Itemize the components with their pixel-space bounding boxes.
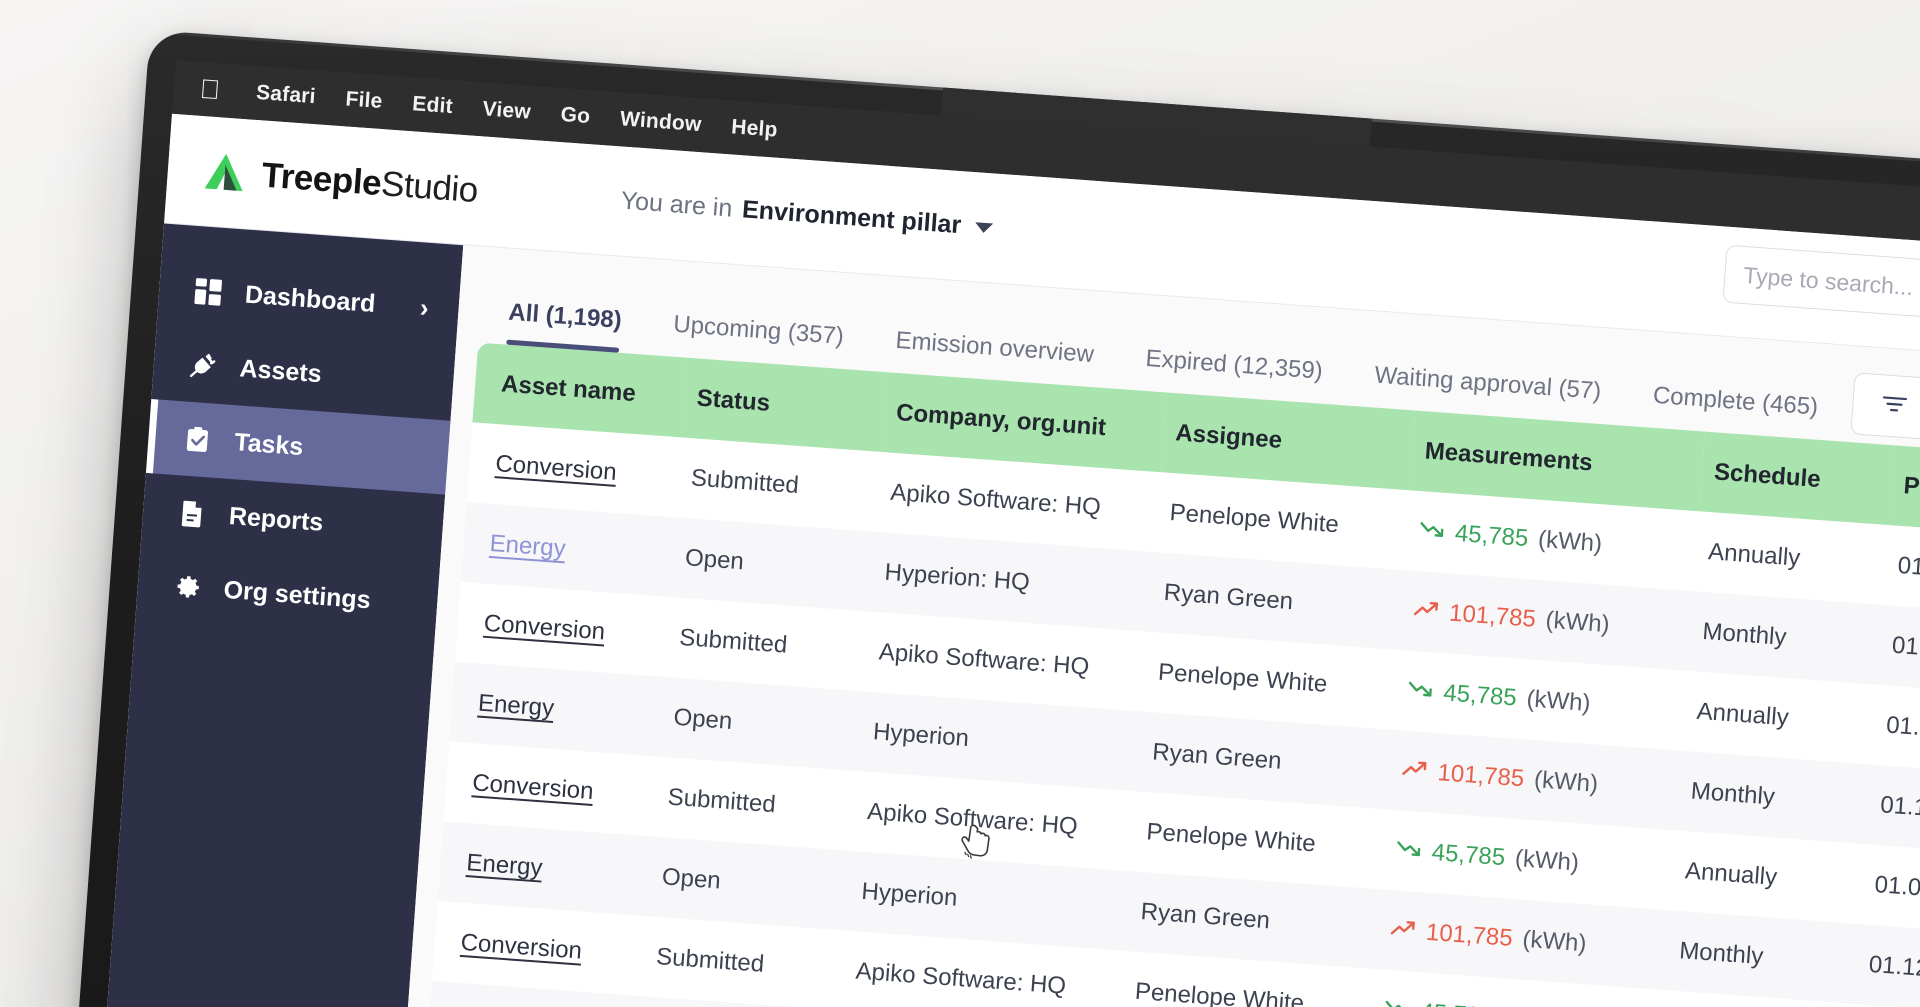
cell-asset-name: Energy xyxy=(437,821,653,917)
measurement-value: 45,785(kWh) xyxy=(1406,677,1591,718)
cell-status: Open xyxy=(658,676,865,772)
brand-logo[interactable]: TreepleStudio xyxy=(166,145,588,221)
table-actions: Filter xyxy=(1849,372,1920,451)
trend-down-icon xyxy=(1395,836,1423,866)
trend-down-icon xyxy=(1418,517,1446,547)
sidebar-item-label: Dashboard xyxy=(244,280,377,318)
cell-status: Submitted xyxy=(664,597,870,692)
column-header-schedule[interactable]: Schedule xyxy=(1699,431,1895,526)
measurement-value: 45,785(kWh) xyxy=(1383,996,1568,1007)
measurement-unit: (kWh) xyxy=(1537,525,1603,558)
column-header-asset-name[interactable]: Asset name xyxy=(472,342,688,438)
menu-item-go[interactable]: Go xyxy=(560,103,591,129)
cell-asset-name: Energy xyxy=(449,661,665,757)
cell-status: Submitted xyxy=(676,437,882,532)
apple-logo-icon[interactable]:  xyxy=(199,73,222,104)
filter-button[interactable]: Filter xyxy=(1849,372,1920,446)
measurement-unit: (kWh) xyxy=(1525,685,1592,717)
pillar-name: Environment pillar xyxy=(741,195,963,240)
cell-schedule: Annually xyxy=(1670,830,1866,925)
cell-period: 01.12.22 - 01.12.33 xyxy=(1853,924,1920,1007)
cell-schedule: Annually xyxy=(1681,670,1878,765)
laptop-device:  Safari File Edit View Go Window Help xyxy=(64,30,1920,1007)
app-screen: TreepleStudio You are in Environment pil… xyxy=(92,113,1920,1007)
measurement-number: 45,785 xyxy=(1419,999,1494,1007)
asset-name-link[interactable]: Conversion xyxy=(460,929,583,965)
cell-schedule: Monthly xyxy=(1676,750,1872,845)
asset-name-link[interactable]: Energy xyxy=(489,530,567,562)
column-header-status[interactable]: Status xyxy=(681,357,888,453)
brand-name-light: Studio xyxy=(379,163,480,210)
measurement-unit: (kWh) xyxy=(1521,925,1588,958)
gear-icon xyxy=(171,571,203,603)
screenshot-scene:  Safari File Edit View Go Window Help xyxy=(0,0,1920,1007)
measurement-unit: (kWh) xyxy=(1533,766,1599,798)
measurement-number: 45,785 xyxy=(1430,838,1507,872)
tasks-table: Asset name Status Company, org.unit Assi… xyxy=(420,342,1920,1007)
brand-name-bold: Treeple xyxy=(260,155,383,203)
cell-asset-name: Conversion xyxy=(466,422,682,518)
menu-item-window[interactable]: Window xyxy=(619,107,702,137)
cell-schedule: Monthly xyxy=(1687,591,1883,685)
sidebar-item-label: Org settings xyxy=(222,575,372,614)
chevron-down-icon xyxy=(974,221,994,234)
measurement-number: 101,785 xyxy=(1425,918,1514,952)
cell-schedule: Monthly xyxy=(1664,910,1860,1004)
search-placeholder: Type to search... xyxy=(1742,261,1915,300)
trend-up-icon xyxy=(1389,916,1417,946)
document-icon xyxy=(176,497,208,529)
cell-asset-name: Conversion xyxy=(431,901,648,997)
measurement-number: 101,785 xyxy=(1448,599,1537,633)
menu-item-edit[interactable]: Edit xyxy=(411,92,454,119)
measurement-value: 101,785 (kWh) xyxy=(1389,916,1587,958)
cell-status: Submitted xyxy=(641,916,847,1007)
filter-icon xyxy=(1880,391,1908,421)
measurement-number: 101,785 xyxy=(1436,759,1526,793)
measurement-value: 45,785(kWh) xyxy=(1395,836,1580,877)
cell-status: Submitted xyxy=(652,756,859,851)
asset-name-link[interactable]: Conversion xyxy=(483,610,606,646)
sidebar-item-label: Tasks xyxy=(233,427,305,461)
asset-name-link[interactable]: Conversion xyxy=(495,450,618,486)
grid-icon xyxy=(192,276,224,308)
measurement-number: 45,785 xyxy=(1454,519,1530,553)
cell-asset-name: Conversion xyxy=(443,741,659,837)
measurement-value: 101,785 (kWh) xyxy=(1401,757,1599,799)
menu-item-view[interactable]: View xyxy=(482,97,532,124)
chevron-right-icon[interactable]: › xyxy=(419,292,430,324)
measurement-value: 45,785(kWh) xyxy=(1418,517,1603,558)
menu-item-help[interactable]: Help xyxy=(730,115,779,142)
cell-status: Open xyxy=(647,836,853,931)
cell-schedule: Annually xyxy=(1693,511,1889,605)
asset-name-link[interactable]: Conversion xyxy=(471,769,594,805)
measurement-value: 101,785 (kWh) xyxy=(1412,597,1611,639)
cell-status: Open xyxy=(670,517,876,612)
tasks-table-wrapper: Asset name Status Company, org.unit Assi… xyxy=(398,341,1920,1007)
main-content: Type to search... All (1,198) Upcoming (… xyxy=(391,244,1920,1007)
trend-down-icon xyxy=(1383,996,1411,1007)
pillar-selector[interactable]: You are in Environment pillar xyxy=(620,187,994,243)
sidebar-item-label: Reports xyxy=(228,501,325,537)
measurement-unit: (kWh) xyxy=(1514,844,1580,877)
cell-asset-name: Conversion xyxy=(455,581,671,677)
cell-asset-name: Energy xyxy=(460,502,677,598)
treeple-triangle-logo xyxy=(200,148,249,197)
trend-up-icon xyxy=(1401,757,1429,787)
sidebar-item-label: Assets xyxy=(238,353,323,388)
pillar-prefix: You are in xyxy=(619,186,734,223)
menu-item-file[interactable]: File xyxy=(345,87,384,114)
menu-item-safari[interactable]: Safari xyxy=(255,81,316,109)
trend-up-icon xyxy=(1412,597,1440,627)
asset-name-link[interactable]: Energy xyxy=(477,690,555,722)
trend-down-icon xyxy=(1406,677,1434,707)
measurement-number: 45,785 xyxy=(1442,679,1518,712)
asset-name-link[interactable]: Energy xyxy=(466,849,544,881)
measurement-unit: (kWh) xyxy=(1544,606,1611,639)
clipboard-check-icon xyxy=(181,423,213,455)
plug-icon xyxy=(187,350,219,382)
brand-title: TreepleStudio xyxy=(260,155,479,211)
